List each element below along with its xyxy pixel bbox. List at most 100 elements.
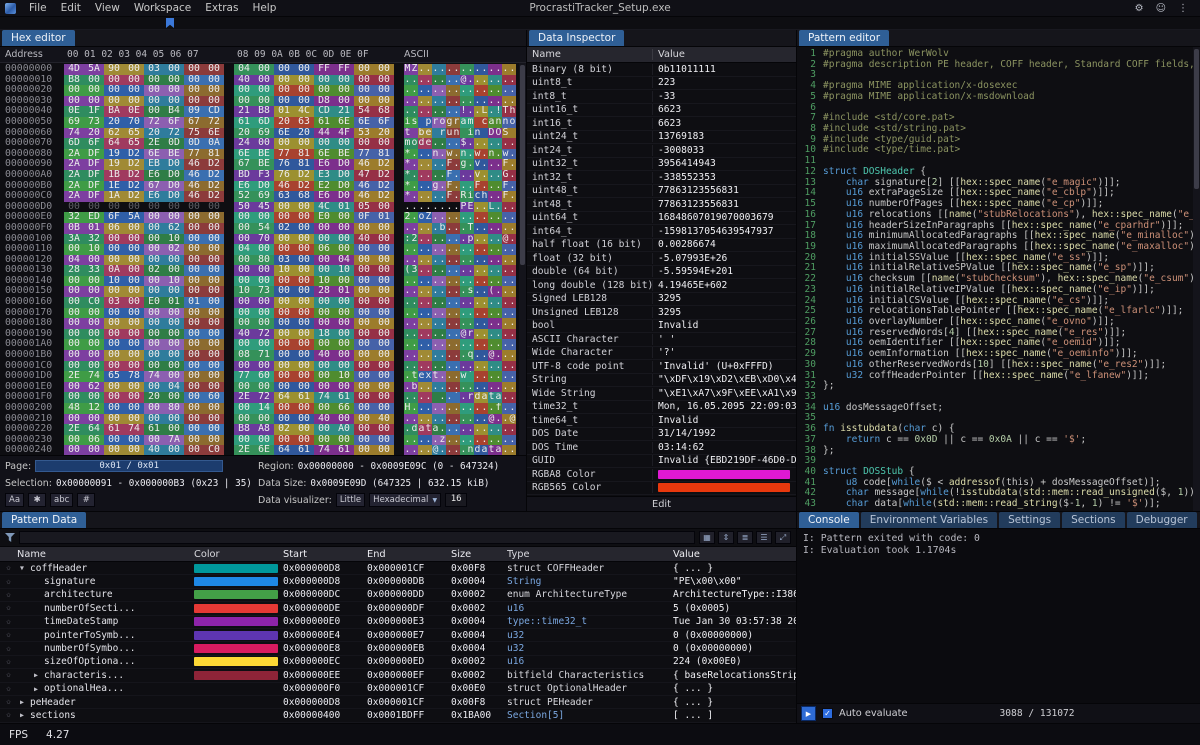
ascii-char[interactable]: . (446, 234, 453, 245)
ascii-char[interactable]: . (439, 85, 446, 96)
favorite-star-icon[interactable]: ✩ (0, 644, 17, 654)
ascii-char[interactable]: . (474, 435, 481, 446)
ascii-char[interactable]: . (418, 382, 425, 393)
hex-byte[interactable]: FF (334, 64, 354, 75)
ascii-char[interactable]: H (404, 403, 411, 414)
menu-edit[interactable]: Edit (54, 1, 88, 15)
collapse-all-icon[interactable]: ≣ (737, 531, 753, 544)
inspector-row-value[interactable]: -338552353 (653, 172, 796, 183)
ascii-char[interactable]: t (404, 128, 411, 139)
ascii-char[interactable]: . (439, 297, 446, 308)
ascii-char[interactable]: . (467, 149, 474, 160)
ascii-char[interactable]: . (425, 181, 432, 192)
ascii-char[interactable]: n (474, 128, 481, 139)
ascii-char[interactable]: . (418, 202, 425, 213)
ascii-char[interactable]: . (404, 371, 411, 382)
ascii-char[interactable]: . (481, 318, 488, 329)
ascii-char[interactable]: . (418, 329, 425, 340)
ascii-char[interactable]: . (432, 361, 439, 372)
ascii-char[interactable]: F (502, 191, 509, 202)
ascii-char[interactable]: . (446, 106, 453, 117)
ascii-char[interactable]: . (460, 223, 467, 234)
ascii-char[interactable]: . (404, 392, 411, 403)
ascii-char[interactable]: . (439, 181, 446, 192)
favorite-star-icon[interactable]: ✩ (0, 563, 17, 573)
ascii-char[interactable]: . (446, 286, 453, 297)
ascii-char[interactable]: n (502, 117, 509, 128)
ascii-char[interactable]: . (474, 424, 481, 435)
ascii-char[interactable]: @ (460, 75, 467, 86)
ascii-char[interactable]: . (481, 138, 488, 149)
ascii-char[interactable]: . (446, 339, 453, 350)
hex-byte[interactable]: 00 (274, 64, 294, 75)
ascii-char[interactable]: . (425, 64, 432, 75)
ascii-char[interactable]: . (404, 339, 411, 350)
hex-byte[interactable]: 4D (64, 64, 84, 75)
tab-pattern-editor[interactable]: Pattern editor (799, 30, 889, 46)
menu-extras[interactable]: Extras (198, 1, 245, 15)
hex-byte[interactable]: 72 (204, 117, 224, 128)
ascii-char[interactable]: F (446, 181, 453, 192)
ascii-char[interactable]: a (495, 392, 502, 403)
hex-byte[interactable]: 69 (64, 117, 84, 128)
inspector-row-value[interactable]: 'Invalid' (U+0xFFFD) (653, 361, 796, 372)
ascii-char[interactable]: b (418, 128, 425, 139)
ascii-char[interactable]: . (446, 85, 453, 96)
col-start[interactable]: Start (283, 549, 367, 560)
hex-byte[interactable]: FF (314, 64, 334, 75)
ascii-char[interactable]: . (425, 85, 432, 96)
ascii-char[interactable]: a (418, 424, 425, 435)
ascii-char[interactable]: . (502, 329, 509, 340)
ascii-char[interactable]: . (474, 339, 481, 350)
ascii-char[interactable]: . (418, 276, 425, 287)
hex-byte[interactable]: 00 (234, 403, 254, 414)
ascii-char[interactable]: . (425, 329, 432, 340)
ascii-char[interactable]: d (418, 138, 425, 149)
ascii-char[interactable]: n (432, 149, 439, 160)
ascii-char[interactable]: . (425, 96, 432, 107)
ascii-char[interactable]: ( (488, 286, 495, 297)
ascii-char[interactable]: . (495, 329, 502, 340)
ascii-char[interactable]: . (446, 403, 453, 414)
ascii-char[interactable]: @ (488, 414, 495, 425)
ascii-char[interactable]: . (453, 191, 460, 202)
ascii-char[interactable]: . (418, 255, 425, 266)
hex-byte[interactable]: 00 (164, 64, 184, 75)
ascii-char[interactable]: n (460, 149, 467, 160)
ascii-char[interactable]: . (425, 244, 432, 255)
hex-byte[interactable]: 47 (354, 170, 374, 181)
ascii-char[interactable]: . (439, 96, 446, 107)
ascii-char[interactable]: . (488, 255, 495, 266)
ascii-char[interactable]: w (474, 149, 481, 160)
ascii-char[interactable]: . (404, 329, 411, 340)
ascii-char[interactable]: . (411, 191, 418, 202)
pattern-editor-scrollbar[interactable] (1193, 47, 1200, 511)
ascii-char[interactable]: b (411, 382, 418, 393)
ascii-char[interactable]: . (425, 392, 432, 403)
ascii-char[interactable]: . (474, 202, 481, 213)
inspector-row-value[interactable]: "\xE1\xA7\x9F\xEE\xA1\x9B" (653, 388, 796, 399)
ascii-char[interactable]: . (460, 308, 467, 319)
ascii-char[interactable]: . (509, 234, 516, 245)
ascii-char[interactable]: . (481, 265, 488, 276)
ascii-char[interactable]: F (446, 159, 453, 170)
ascii-char[interactable]: . (453, 75, 460, 86)
ascii-char[interactable] (460, 128, 467, 139)
ascii-char[interactable]: . (411, 308, 418, 319)
ascii-char[interactable]: . (488, 435, 495, 446)
ascii-char[interactable]: . (446, 350, 453, 361)
favorite-star-icon[interactable]: ✩ (0, 670, 17, 680)
ascii-char[interactable]: v (474, 170, 481, 181)
ascii-char[interactable]: . (460, 96, 467, 107)
ascii-char[interactable]: . (453, 212, 460, 223)
ascii-char[interactable]: . (509, 403, 516, 414)
pattern-filter-input[interactable] (19, 531, 695, 544)
ascii-char[interactable]: . (404, 361, 411, 372)
console-tab-environment-variables[interactable]: Environment Variables (861, 512, 997, 528)
code-line[interactable]: 5#pragma MIME application/x-msdownload (797, 92, 1200, 103)
hex-byte[interactable]: 00 (204, 223, 224, 234)
ascii-char[interactable]: . (425, 276, 432, 287)
code-line[interactable]: 31 u32 coffHeaderPointer [[hex::spec_nam… (797, 371, 1200, 382)
ascii-char[interactable]: . (495, 255, 502, 266)
ascii-char[interactable]: ! (495, 106, 502, 117)
